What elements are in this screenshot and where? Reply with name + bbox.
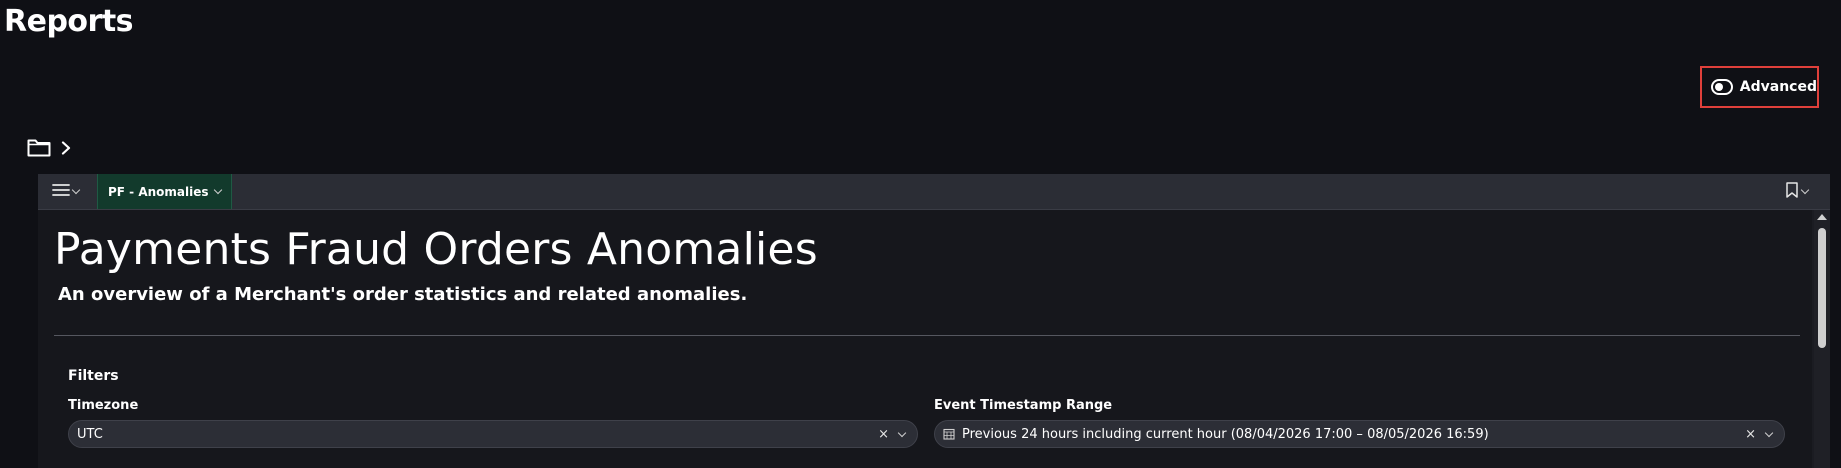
event-range-label: Event Timestamp Range (934, 398, 1113, 413)
chevron-down-icon (213, 185, 222, 195)
event-range-value: Previous 24 hours including current hour… (962, 426, 1489, 442)
chevron-down-icon[interactable] (1764, 428, 1774, 437)
filters-heading: Filters (68, 368, 119, 384)
breadcrumb (27, 138, 71, 161)
timezone-select[interactable]: UTC × (68, 420, 918, 448)
advanced-label: Advanced (1739, 79, 1817, 95)
dashboard-menu-button[interactable] (52, 174, 96, 209)
scroll-up-icon[interactable] (1817, 214, 1827, 220)
chevron-down-icon (71, 185, 81, 195)
timezone-label: Timezone (68, 398, 139, 413)
dashboard-body: Payments Fraud Orders Anomalies An overv… (38, 210, 1812, 468)
tab-pf-anomalies[interactable]: PF - Anomalies (97, 174, 232, 209)
chevron-down-icon[interactable] (897, 428, 907, 437)
page-title: Reports (4, 4, 134, 39)
bookmark-icon (1785, 181, 1799, 202)
dashboard-title: Payments Fraud Orders Anomalies (54, 224, 818, 275)
toggle-knob (1715, 83, 1723, 91)
chevron-down-icon (1800, 185, 1810, 195)
calendar-icon (943, 428, 955, 440)
timezone-clear-button[interactable]: × (878, 427, 889, 442)
dashboard-scrollbar[interactable] (1814, 210, 1830, 468)
timezone-value: UTC (77, 426, 103, 442)
toggle-switch[interactable] (1711, 79, 1733, 95)
chevron-right-icon (61, 140, 71, 159)
advanced-toggle[interactable]: Advanced (1700, 66, 1819, 108)
tab-label: PF - Anomalies (108, 184, 209, 199)
folder-icon[interactable] (27, 138, 51, 161)
hamburger-icon (52, 182, 70, 201)
dashboard-frame: PF - Anomalies Payments Fraud Orders Ano… (38, 174, 1830, 468)
section-divider (54, 335, 1800, 336)
bookmark-button[interactable] (1785, 174, 1810, 209)
event-range-select[interactable]: Previous 24 hours including current hour… (934, 420, 1785, 448)
scrollbar-thumb[interactable] (1818, 228, 1826, 348)
dashboard-toolbar: PF - Anomalies (38, 174, 1830, 210)
dashboard-subtitle: An overview of a Merchant's order statis… (58, 284, 748, 305)
event-range-clear-button[interactable]: × (1745, 427, 1756, 442)
